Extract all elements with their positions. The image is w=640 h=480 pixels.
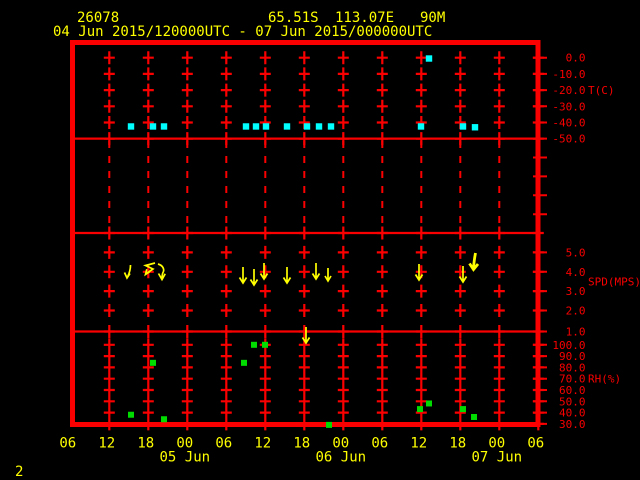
temperature-point — [242, 123, 250, 130]
right-axis-labels: 0.0 -10.0 -20.0 -30.0 -40.0 -50.0 5.0 4.0 3.0 2.0… — [552, 52, 640, 431]
axis-tick-label: 5.0 — [566, 246, 586, 259]
wind-arrow — [238, 267, 248, 285]
humidity-series — [128, 341, 477, 428]
axis-tick-label: -40.0 — [552, 117, 585, 130]
humidity-grid-crosses — [103, 338, 544, 431]
wind-arrow — [157, 263, 166, 282]
humidity-point — [471, 413, 477, 420]
axis-tick-label: -20.0 — [552, 84, 585, 97]
x-tick-label: 12 — [98, 436, 115, 452]
x-date-label: 06 Jun — [316, 450, 367, 466]
axis-tick-label: 0.0 — [566, 52, 586, 65]
wind-arrow — [282, 267, 292, 285]
meteogram-screen: 26078 65.51S 113.07E 90M 04 Jun 2015/120… — [0, 0, 640, 480]
temperature-point — [149, 123, 157, 130]
axis-tick-label: -50.0 — [552, 133, 585, 146]
x-date-label: 07 Jun — [472, 450, 523, 466]
humidity-point — [161, 416, 167, 423]
axis-tick-label: -30.0 — [552, 100, 585, 113]
x-tick-label: 06 — [215, 436, 232, 452]
axis-tick-label: 2.0 — [566, 305, 586, 318]
humidity-point — [417, 406, 423, 413]
temperature-point — [127, 123, 135, 130]
wind-arrow — [249, 269, 259, 287]
x-tick-label: 06 — [371, 436, 388, 452]
humidity-point — [251, 341, 257, 348]
axis-tick-label: 4.0 — [566, 266, 586, 279]
axis-tick-label: -10.0 — [552, 68, 585, 81]
temperature-point — [160, 123, 168, 130]
temperature-point — [327, 123, 335, 130]
axis-unit-label: SPD(MPS) — [588, 276, 640, 289]
x-date-label: 05 Jun — [160, 450, 211, 466]
temperature-point — [252, 123, 260, 130]
temperature-series — [127, 55, 479, 131]
wind-arrow — [324, 268, 332, 283]
x-tick-label: 18 — [449, 436, 466, 452]
humidity-point — [241, 359, 247, 366]
humidity-point — [150, 359, 156, 366]
x-tick-label: 06 — [527, 436, 544, 452]
axis-unit-label: RH(%) — [588, 373, 621, 386]
humidity-point — [460, 406, 466, 413]
x-tick-label: 18 — [293, 436, 310, 452]
x-tick-label: 12 — [410, 436, 427, 452]
axis-unit-label: T(C) — [588, 84, 615, 97]
temperature-point — [303, 123, 311, 130]
temperature-point — [315, 123, 323, 130]
wind-series — [123, 252, 480, 345]
humidity-point — [426, 400, 432, 407]
temperature-point — [283, 123, 291, 130]
temperature-point — [262, 123, 270, 130]
temperature-point — [471, 124, 479, 131]
time-axis-labels: 06 12 18 00 06 12 18 00 06 12 18 00 0605 Jun 06 Jun 07… — [59, 436, 544, 466]
x-tick-label: 18 — [137, 436, 154, 452]
temp-grid-crosses — [103, 51, 544, 146]
plot-frame — [70, 40, 547, 431]
x-tick-label: 06 — [59, 436, 76, 452]
speed-grid-crosses — [103, 226, 544, 338]
blank-panel-dashed-gridlines — [108, 141, 540, 230]
humidity-point — [128, 411, 134, 418]
temperature-point — [459, 123, 467, 130]
temperature-point — [425, 55, 433, 62]
wind-arrow — [468, 252, 480, 272]
humidity-point — [262, 341, 268, 348]
humidity-point — [326, 421, 332, 428]
meteogram-chart: 0.0 -10.0 -20.0 -30.0 -40.0 -50.0 5.0 4.0 3.0 2.0… — [59, 40, 640, 466]
temperature-point — [417, 123, 425, 130]
axis-tick-label: 3.0 — [566, 285, 586, 298]
wind-arrow — [123, 264, 132, 280]
wind-arrow — [311, 263, 321, 281]
axis-tick-label: 1.0 — [566, 326, 586, 339]
axis-tick-label: 30.0 — [559, 418, 586, 431]
x-tick-label: 12 — [254, 436, 271, 452]
